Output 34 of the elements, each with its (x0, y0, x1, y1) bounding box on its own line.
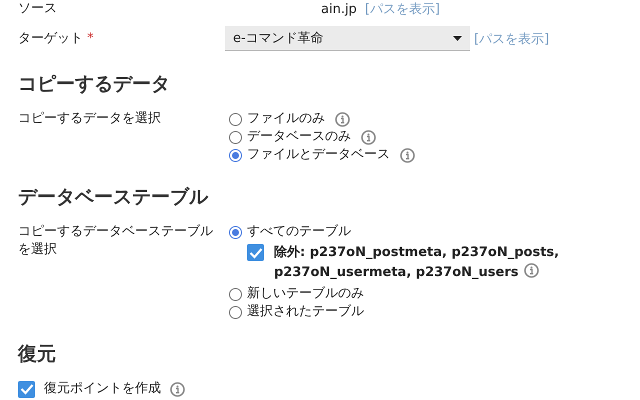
option-label: すべてのテーブル (247, 223, 351, 241)
radio-button[interactable] (229, 288, 242, 300)
option-label: ファイルとデータベース (247, 146, 390, 164)
source-value: ain.jp (321, 2, 357, 16)
section-heading: コピーするデータ (18, 72, 171, 96)
radio-button[interactable] (229, 130, 242, 144)
info-icon[interactable] (400, 148, 415, 162)
radio-button[interactable] (229, 112, 242, 126)
field-label: ターゲット (18, 30, 83, 46)
radio-button[interactable] (229, 306, 242, 318)
required-mark: * (87, 30, 94, 46)
show-path-link[interactable]: [パスを表示] (474, 30, 550, 48)
field-label: コピーするデータを選択 (18, 110, 162, 128)
info-icon[interactable] (524, 263, 538, 278)
checkbox-label: 復元ポイントを作成 (44, 380, 161, 398)
target-dropdown[interactable]: e-コマンド革命 (225, 26, 470, 51)
checkbox[interactable] (18, 380, 35, 398)
checkbox[interactable] (247, 244, 264, 261)
option-label: ファイルのみ (247, 110, 325, 128)
field-label: ソース (18, 0, 58, 18)
radio-button[interactable] (229, 148, 242, 162)
option-label: 選択されたテーブル (247, 303, 364, 321)
field-label: コピーするデータベーステーブルを選択 (18, 223, 214, 259)
info-icon[interactable] (170, 382, 185, 396)
option-label: データベースのみ (247, 128, 351, 146)
section-heading: 復元 (18, 342, 57, 366)
radio-button[interactable] (229, 226, 242, 238)
caret-icon (453, 36, 462, 40)
show-path-link[interactable]: [パスを表示] (364, 0, 440, 18)
exclude-text: 除外: p237oN_postmeta, p237oN_posts, p237oN_usermeta, p237oN_users (274, 244, 560, 282)
option-label: 新しいテーブルのみ (247, 285, 364, 303)
section-heading: データベーステーブル (18, 185, 210, 209)
info-icon[interactable] (361, 130, 376, 144)
info-icon[interactable] (335, 112, 350, 126)
